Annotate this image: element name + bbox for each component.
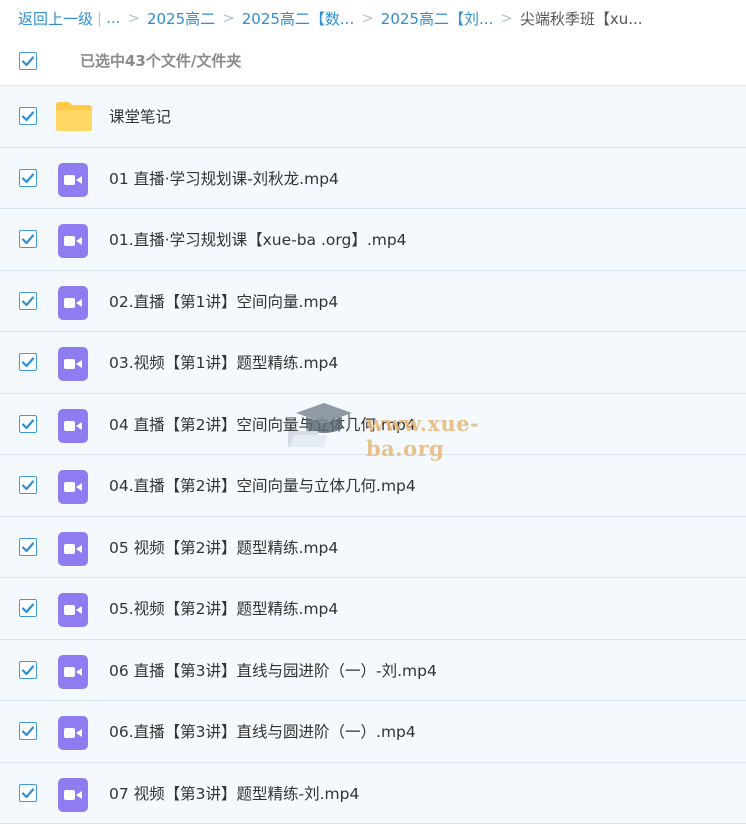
file-row[interactable]: 04.直播【第2讲】空间向量与立体几何.mp4 (0, 455, 746, 517)
camera-icon (64, 234, 82, 248)
file-name[interactable]: 06.直播【第3讲】直线与圆进阶（一）.mp4 (109, 720, 416, 742)
check-icon (21, 478, 35, 492)
selection-bar: 已选中43个文件/文件夹 (0, 36, 746, 86)
breadcrumb-separator: > (127, 9, 140, 27)
row-checkbox[interactable] (19, 230, 37, 248)
check-icon (21, 540, 35, 554)
file-row[interactable]: 04 直播【第2讲】空间向量与立体几何.mp4 (0, 394, 746, 456)
file-row[interactable]: 03.视频【第1讲】题型精练.mp4 (0, 332, 746, 394)
camera-icon (64, 542, 82, 556)
row-checkbox[interactable] (19, 353, 37, 371)
breadcrumb-separator: > (500, 9, 513, 27)
breadcrumb-item[interactable]: 2025高二【刘... (381, 8, 493, 29)
file-row[interactable]: 05 视频【第2讲】题型精练.mp4 (0, 517, 746, 579)
breadcrumb-separator: > (222, 9, 235, 27)
breadcrumb: 返回上一级 | ... > 2025高二 > 2025高二【数... > 202… (0, 0, 746, 36)
file-row[interactable]: 07 视频【第3讲】题型精练-刘.mp4 (0, 763, 746, 824)
folder-row[interactable]: 课堂笔记 (0, 86, 746, 148)
file-name[interactable]: 05 视频【第2讲】题型精练.mp4 (109, 536, 338, 558)
video-file-icon (58, 593, 88, 627)
row-checkbox[interactable] (19, 476, 37, 494)
breadcrumb-item[interactable]: 2025高二 (147, 8, 215, 29)
file-row[interactable]: 01 直播·学习规划课-刘秋龙.mp4 (0, 148, 746, 210)
check-icon (21, 601, 35, 615)
check-icon (21, 355, 35, 369)
file-list: 课堂笔记 01 直播·学习规划课-刘秋龙.mp4 01.直播·学习规划课【xue-b… (0, 86, 746, 824)
video-file-icon (58, 224, 88, 258)
file-name[interactable]: 01 直播·学习规划课-刘秋龙.mp4 (109, 167, 339, 189)
breadcrumb-separator: > (361, 9, 374, 27)
camera-icon (64, 603, 82, 617)
video-file-icon (58, 716, 88, 750)
row-checkbox[interactable] (19, 784, 37, 802)
check-icon (21, 294, 35, 308)
check-icon (21, 663, 35, 677)
video-file-icon (58, 778, 88, 812)
video-file-icon (58, 655, 88, 689)
back-link[interactable]: 返回上一级 (18, 8, 93, 29)
camera-icon (64, 419, 82, 433)
camera-icon (64, 480, 82, 494)
row-checkbox[interactable] (19, 292, 37, 310)
breadcrumb-item[interactable]: 2025高二【数... (242, 8, 354, 29)
video-file-icon (58, 409, 88, 443)
file-name[interactable]: 02.直播【第1讲】空间向量.mp4 (109, 290, 338, 312)
file-name[interactable]: 01.直播·学习规划课【xue-ba .org】.mp4 (109, 228, 407, 250)
folder-icon (55, 100, 93, 132)
file-name[interactable]: 03.视频【第1讲】题型精练.mp4 (109, 351, 338, 373)
check-icon (21, 417, 35, 431)
file-name[interactable]: 课堂笔记 (109, 105, 171, 127)
file-row[interactable]: 01.直播·学习规划课【xue-ba .org】.mp4 (0, 209, 746, 271)
select-all-checkbox[interactable] (19, 52, 37, 70)
file-row[interactable]: 06 直播【第3讲】直线与园进阶（一）-刘.mp4 (0, 640, 746, 702)
row-checkbox[interactable] (19, 661, 37, 679)
camera-icon (64, 357, 82, 371)
video-file-icon (58, 532, 88, 566)
row-checkbox[interactable] (19, 722, 37, 740)
file-name[interactable]: 04.直播【第2讲】空间向量与立体几何.mp4 (109, 474, 416, 496)
file-name[interactable]: 05.视频【第2讲】题型精练.mp4 (109, 597, 338, 619)
camera-icon (64, 173, 82, 187)
row-checkbox[interactable] (19, 538, 37, 556)
check-icon (21, 232, 35, 246)
video-file-icon (58, 286, 88, 320)
video-file-icon (58, 163, 88, 197)
camera-icon (64, 665, 82, 679)
camera-icon (64, 296, 82, 310)
breadcrumb-divider: | (97, 9, 102, 27)
breadcrumb-ellipsis[interactable]: ... (106, 9, 120, 27)
camera-icon (64, 726, 82, 740)
video-file-icon (58, 347, 88, 381)
check-icon (21, 54, 35, 68)
file-row[interactable]: 06.直播【第3讲】直线与圆进阶（一）.mp4 (0, 701, 746, 763)
row-checkbox[interactable] (19, 599, 37, 617)
selection-count-label: 已选中43个文件/文件夹 (80, 50, 241, 71)
check-icon (21, 171, 35, 185)
file-name[interactable]: 07 视频【第3讲】题型精练-刘.mp4 (109, 782, 359, 804)
row-checkbox[interactable] (19, 107, 37, 125)
check-icon (21, 786, 35, 800)
file-row[interactable]: 02.直播【第1讲】空间向量.mp4 (0, 271, 746, 333)
file-row[interactable]: 05.视频【第2讲】题型精练.mp4 (0, 578, 746, 640)
check-icon (21, 109, 35, 123)
video-file-icon (58, 470, 88, 504)
camera-icon (64, 788, 82, 802)
breadcrumb-current: 尖端秋季班【xu... (520, 8, 643, 29)
file-name[interactable]: 06 直播【第3讲】直线与园进阶（一）-刘.mp4 (109, 659, 437, 681)
row-checkbox[interactable] (19, 169, 37, 187)
file-name[interactable]: 04 直播【第2讲】空间向量与立体几何.mp4 (109, 413, 416, 435)
check-icon (21, 724, 35, 738)
row-checkbox[interactable] (19, 415, 37, 433)
